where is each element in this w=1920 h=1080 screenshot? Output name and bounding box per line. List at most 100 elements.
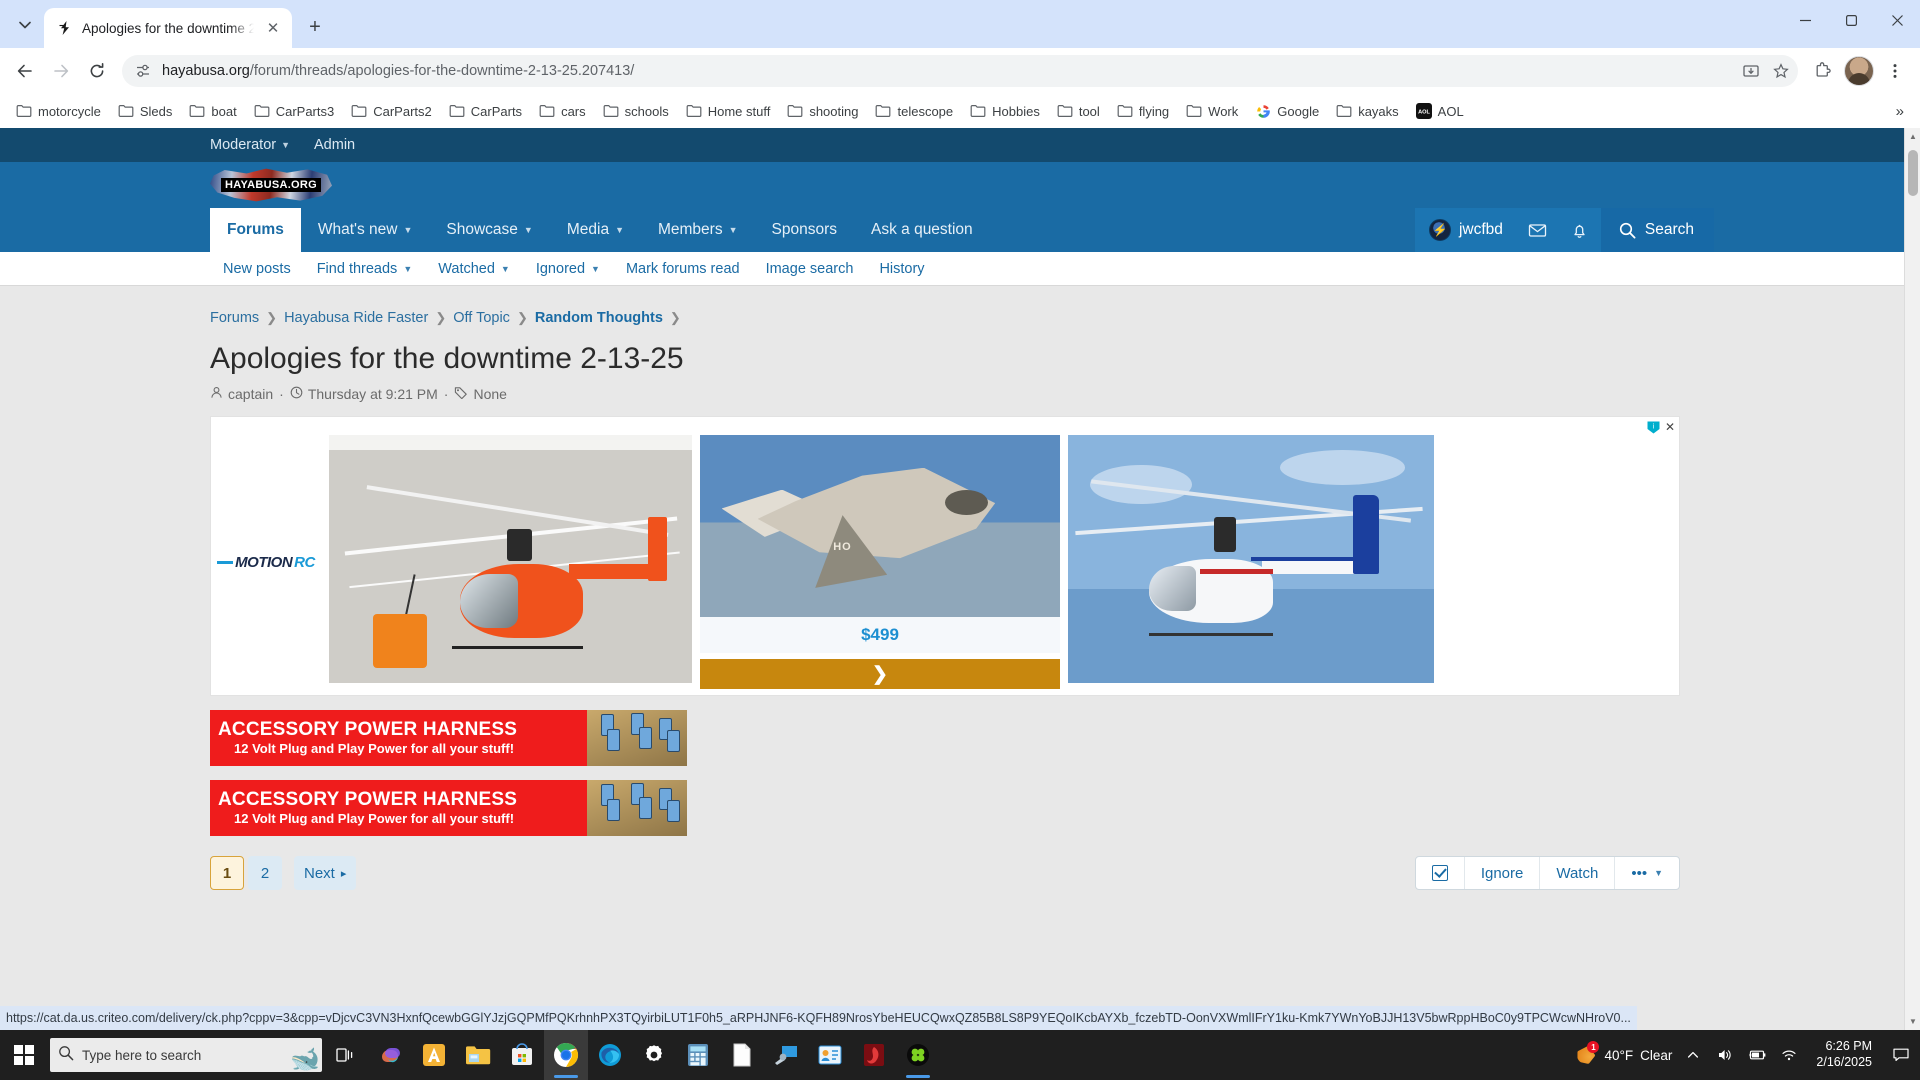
breadcrumb-item[interactable]: Random Thoughts (535, 310, 663, 326)
chevron-up-icon[interactable] (1682, 1044, 1704, 1066)
bookmark-aol[interactable]: AOL AOL (1408, 99, 1472, 123)
subnav-mark-forums-read[interactable]: Mark forums read (613, 261, 753, 277)
forward-icon[interactable] (44, 54, 78, 88)
breadcrumb-item[interactable]: Hayabusa Ride Faster (284, 310, 428, 326)
nav-item-members[interactable]: Members ▼ (641, 208, 755, 252)
watch-button[interactable]: Watch (1539, 857, 1614, 889)
new-tab-button[interactable]: + (300, 12, 330, 42)
notepad-icon[interactable] (720, 1030, 764, 1080)
page-button-2[interactable]: 2 (248, 856, 282, 890)
site-logo[interactable]: HAYABUSA.ORG (210, 168, 332, 202)
envelope-icon[interactable] (1516, 208, 1559, 252)
next-page-button[interactable]: Next ▸ (294, 856, 357, 890)
nav-item-ask-a-question[interactable]: Ask a question (854, 208, 990, 252)
maximize-button[interactable] (1828, 0, 1874, 40)
battery-charging-icon[interactable] (1746, 1044, 1768, 1066)
page-scrollbar[interactable]: ▲ ▼ (1904, 128, 1920, 1030)
calculator-icon[interactable] (676, 1030, 720, 1080)
bookmark-schools[interactable]: schools (595, 99, 677, 123)
nav-item-showcase[interactable]: Showcase ▼ (429, 208, 549, 252)
autocad-icon[interactable] (412, 1030, 456, 1080)
subnav-ignored[interactable]: Ignored ▼ (523, 261, 613, 277)
google-chrome-icon[interactable] (544, 1030, 588, 1080)
chrome-menu-icon[interactable] (1878, 54, 1912, 88)
settings-icon[interactable] (632, 1030, 676, 1080)
remote-desktop-icon[interactable] (764, 1030, 808, 1080)
browser-tab[interactable]: Apologies for the downtime 2-1 ✕ (44, 8, 292, 48)
bookmark-carparts2[interactable]: CarParts2 (343, 99, 440, 123)
bookmark-motorcycle[interactable]: motorcycle (8, 99, 109, 123)
bookmark-hobbies[interactable]: Hobbies (962, 99, 1048, 123)
copilot-icon[interactable] (368, 1030, 412, 1080)
close-window-button[interactable] (1874, 0, 1920, 40)
moderator-link-admin[interactable]: Admin (314, 137, 355, 153)
banner-ad[interactable]: ACCESSORY POWER HARNESS 12 Volt Plug and … (210, 710, 687, 766)
bookmark-carparts3[interactable]: CarParts3 (246, 99, 343, 123)
install-app-icon[interactable] (1740, 60, 1762, 82)
subnav-find-threads[interactable]: Find threads ▼ (304, 261, 426, 277)
tab-search-icon[interactable] (10, 10, 40, 40)
ad-close-icon[interactable]: ✕ (1665, 420, 1675, 434)
more-options-button[interactable]: ••• ▼ (1614, 857, 1679, 889)
back-icon[interactable] (8, 54, 42, 88)
bookmark-home-stuff[interactable]: Home stuff (678, 99, 779, 123)
subnav-watched[interactable]: Watched ▼ (425, 261, 523, 277)
close-icon[interactable]: ✕ (262, 17, 284, 39)
bell-icon[interactable] (1558, 208, 1601, 252)
nav-item-media[interactable]: Media ▼ (550, 208, 641, 252)
red-app-icon[interactable] (852, 1030, 896, 1080)
microsoft-edge-icon[interactable] (588, 1030, 632, 1080)
taskbar-search-box[interactable]: Type here to search 🐋 (50, 1038, 322, 1072)
microsoft-store-icon[interactable] (500, 1030, 544, 1080)
scroll-down-icon[interactable]: ▼ (1905, 1013, 1920, 1030)
moderator-link-moderator[interactable]: Moderator ▼ (210, 137, 290, 153)
account-menu[interactable]: ⚡ jwcfbd (1414, 208, 1517, 252)
thread-author[interactable]: captain (210, 386, 273, 402)
scrollbar-thumb[interactable] (1908, 150, 1918, 196)
bookmark-sleds[interactable]: Sleds (110, 99, 181, 123)
breadcrumb-item[interactable]: Forums (210, 310, 259, 326)
page-button-1[interactable]: 1 (210, 856, 244, 890)
bookmark-cars[interactable]: cars (531, 99, 594, 123)
search-button[interactable]: Search (1600, 208, 1714, 252)
scroll-up-icon[interactable]: ▲ (1905, 128, 1920, 145)
breadcrumb-item[interactable]: Off Topic (453, 310, 510, 326)
nav-item-sponsors[interactable]: Sponsors (755, 208, 854, 252)
reload-icon[interactable] (80, 54, 114, 88)
bookmark-carparts[interactable]: CarParts (441, 99, 530, 123)
site-settings-icon[interactable] (132, 60, 154, 82)
speaker-icon[interactable] (1714, 1044, 1736, 1066)
notification-icon[interactable] (1888, 1042, 1914, 1068)
ad-product-helicopter-orange[interactable] (329, 435, 692, 683)
file-explorer-icon[interactable] (456, 1030, 500, 1080)
task-view-icon[interactable] (322, 1030, 368, 1080)
bookmark-work[interactable]: Work (1178, 99, 1246, 123)
profile-avatar[interactable] (1844, 56, 1874, 86)
bookmark-shooting[interactable]: shooting (779, 99, 866, 123)
banner-ad[interactable]: ACCESSORY POWER HARNESS 12 Volt Plug and … (210, 780, 687, 836)
watch-checkbox-button[interactable] (1416, 857, 1464, 889)
weather-widget[interactable]: 1 40°F Clear (1575, 1041, 1672, 1066)
bookmark-google[interactable]: Google (1247, 99, 1327, 123)
subnav-new-posts[interactable]: New posts (210, 261, 304, 277)
contacts-icon[interactable] (808, 1030, 852, 1080)
clock[interactable]: 6:26 PM 2/16/2025 (1810, 1039, 1878, 1070)
advertisement-container[interactable]: i ✕ MOTION RC HO $499 ❯ (210, 416, 1680, 696)
ignore-button[interactable]: Ignore (1463, 857, 1540, 889)
bookmark-kayaks[interactable]: kayaks (1328, 99, 1406, 123)
bookmark-flying[interactable]: flying (1109, 99, 1177, 123)
minimize-button[interactable] (1782, 0, 1828, 40)
wifi-icon[interactable] (1778, 1044, 1800, 1066)
bookmark-tool[interactable]: tool (1049, 99, 1108, 123)
bookmarks-overflow-icon[interactable]: » (1888, 101, 1912, 122)
bookmark-star-icon[interactable] (1770, 60, 1792, 82)
green-clover-icon[interactable] (896, 1030, 940, 1080)
bookmark-telescope[interactable]: telescope (867, 99, 961, 123)
ad-product-helicopter-white[interactable] (1068, 435, 1434, 683)
address-bar[interactable]: hayabusa.org/forum/threads/apologies-for… (122, 55, 1798, 87)
ad-product-jet[interactable]: HO $499 ❯ (700, 435, 1060, 689)
subnav-history[interactable]: History (866, 261, 937, 277)
subnav-image-search[interactable]: Image search (753, 261, 867, 277)
bookmark-boat[interactable]: boat (181, 99, 244, 123)
ad-cta-button[interactable]: ❯ (700, 659, 1060, 689)
